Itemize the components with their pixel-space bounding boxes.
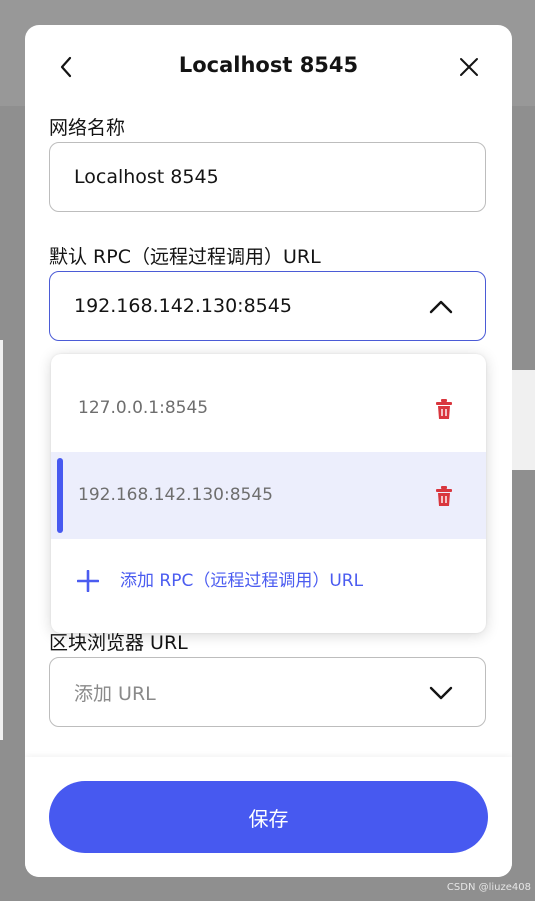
add-rpc-url-label: 添加 RPC（远程过程调用）URL [120,571,364,591]
rpc-url-dropdown: 127.0.0.1:8545 192.168.142.130:8545 添加 R… [51,354,486,633]
add-rpc-url-button[interactable]: 添加 RPC（远程过程调用）URL [51,539,486,623]
save-button[interactable]: 保存 [49,781,488,853]
rpc-option-url: 192.168.142.130:8545 [78,485,273,505]
background-page-edge [0,340,3,740]
modal-header: Localhost 8545 [25,25,512,111]
page-title: Localhost 8545 [178,53,359,77]
rpc-option-selected[interactable]: 192.168.142.130:8545 [51,452,486,539]
rpc-option-url: 127.0.0.1:8545 [78,398,209,418]
network-name-value: Localhost 8545 [74,166,219,188]
rpc-url-value: 192.168.142.130:8545 [74,295,292,317]
trash-icon[interactable] [434,485,454,507]
plus-icon [77,570,99,592]
watermark: CSDN @liuze408 [446,882,531,893]
network-name-field[interactable]: Localhost 8545 [49,142,486,212]
block-explorer-select[interactable]: 添加 URL [49,657,486,727]
close-button[interactable] [453,51,485,83]
chevron-up-icon [429,300,453,314]
rpc-option[interactable]: 127.0.0.1:8545 [51,365,486,452]
network-edit-modal: Localhost 8545 网络名称 Localhost 8545 默认 RP… [25,25,512,877]
trash-icon[interactable] [434,398,454,420]
selected-indicator [57,458,63,533]
close-icon [460,58,478,76]
rpc-url-select[interactable]: 192.168.142.130:8545 [49,271,486,341]
background-page-edge [512,370,535,470]
save-button-label: 保存 [248,806,289,831]
chevron-down-icon [429,686,453,700]
block-explorer-placeholder: 添加 URL [74,682,156,705]
rpc-url-label: 默认 RPC（远程过程调用）URL [49,246,321,268]
network-name-label: 网络名称 [49,117,126,139]
modal-footer: 保存 [25,757,512,877]
